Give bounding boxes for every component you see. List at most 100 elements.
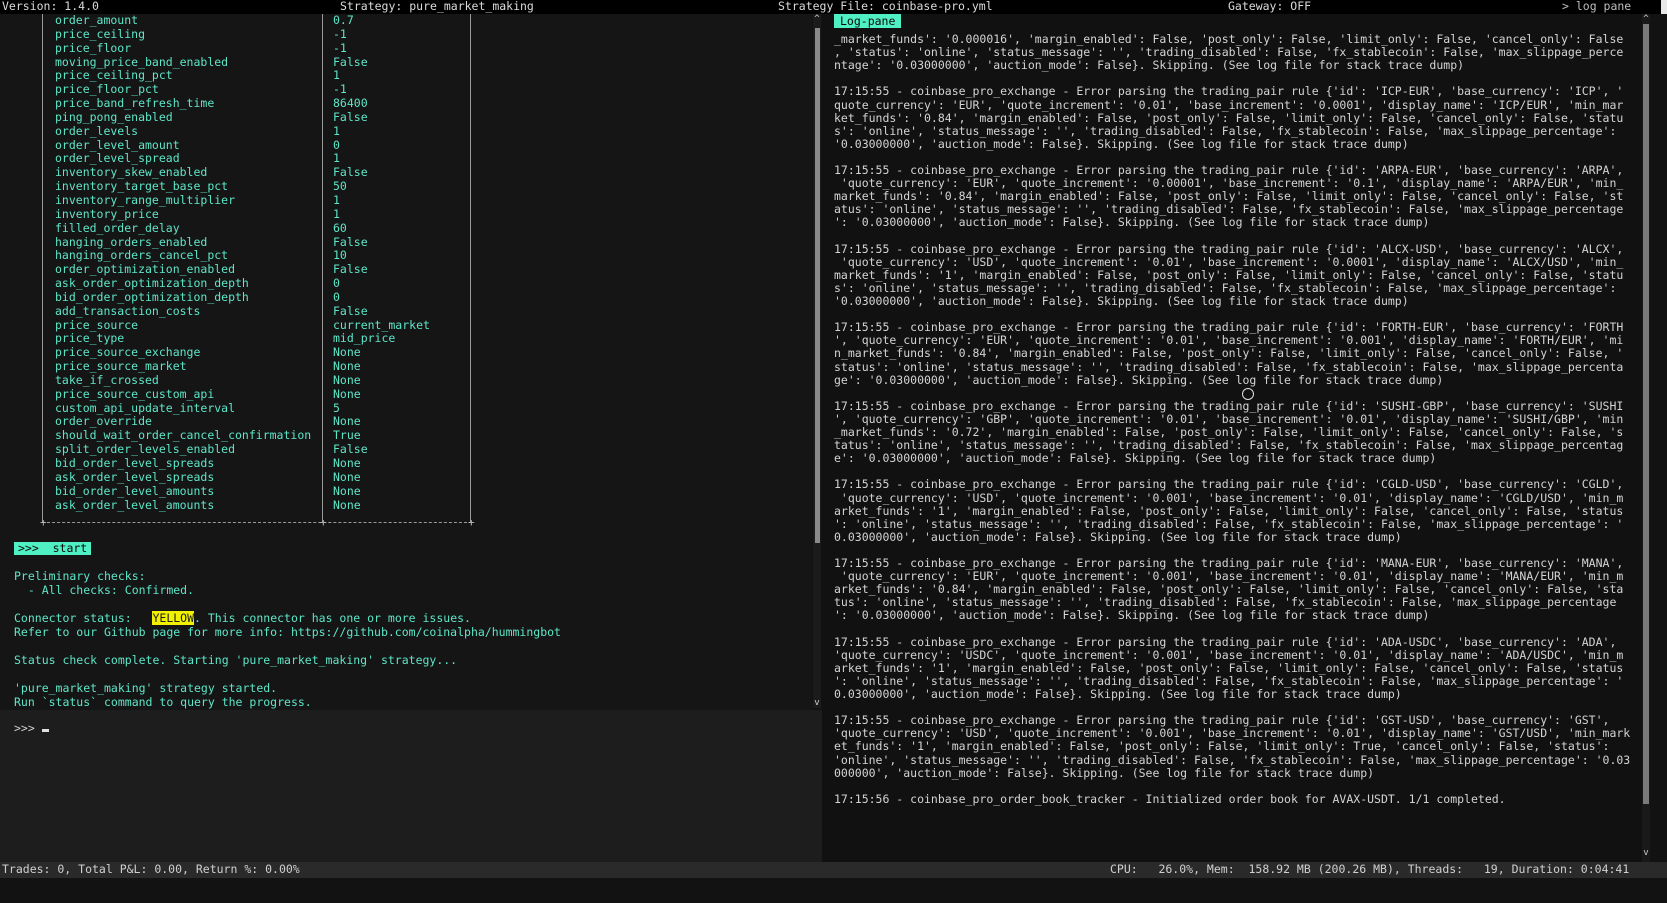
status-complete-text: Status check complete. Starting 'pure_ma… (14, 653, 458, 667)
bottom-status-bar: Trades: 0, Total P&L: 0.00, Return %: 0.… (0, 862, 1667, 878)
table-border-right (470, 14, 471, 522)
config-row: hanging_orders_cancel_pct 10 (0, 249, 812, 263)
log-line: 0.03000000', 'auction_mode': False}. Ski… (834, 529, 1402, 544)
config-row: ask_order_optimization_depth 0 (0, 276, 812, 291)
config-key: order_level_amount (55, 137, 180, 152)
config-row: price_ceiling -1 (0, 26, 812, 42)
config-row: price_source_market None (0, 359, 812, 374)
config-value: False (333, 442, 368, 457)
text-cursor (42, 729, 49, 732)
config-value: -1 (333, 40, 347, 55)
config-row: bid_order_optimization_depth 0 (0, 290, 812, 305)
command-input-pane[interactable]: >>> (0, 710, 822, 862)
config-value: current_market (333, 317, 430, 332)
log-pane[interactable]: Log-pane _market_funds': '0.000016', 'ma… (822, 14, 1649, 862)
config-row: filled_order_delay 60 (0, 220, 812, 236)
config-row: moving_price_band_enabled False (0, 54, 812, 70)
config-value: None (333, 372, 361, 387)
config-value: 60 (333, 220, 347, 235)
table-corner: + (320, 516, 327, 529)
table-corner: + (40, 516, 47, 529)
log-line: '0.03000000', 'auction_mode': False}. Sk… (834, 136, 1409, 151)
config-key: hanging_orders_cancel_pct (55, 248, 229, 263)
log-line: e': '0.03000000', 'auction_mode': False}… (834, 451, 1437, 466)
config-row: ping_pong_enabled False (0, 109, 812, 125)
config-key: add_transaction_costs (55, 303, 201, 318)
config-row: order_level_spread 1 (0, 152, 812, 166)
log-line: ge': '0.03000000', 'auction_mode': False… (834, 372, 1444, 387)
config-row: order_amount 0.7 (0, 14, 812, 28)
config-key: order_levels (55, 123, 139, 138)
config-table: order_amount 0.7 price_ceiling -1 price_floo… (0, 14, 812, 512)
config-key: inventory_price (55, 206, 159, 221)
version-label: Version: 1.4.0 (2, 0, 99, 13)
config-row: split_order_levels_enabled False (0, 442, 812, 457)
config-key: price_floor (55, 40, 132, 55)
config-value: None (333, 359, 361, 374)
config-key: price_ceiling (55, 26, 146, 41)
resource-usage: CPU: 26.0%, Mem: 158.92 MB (200.26 MB), … (1110, 862, 1630, 876)
config-value: 0 (333, 137, 340, 152)
connector-status-badge: YELLOW (152, 611, 195, 625)
config-key: price_type (55, 331, 125, 346)
config-row: price_type mid_price (0, 332, 812, 346)
config-key: should_wait_order_cancel_confirmation (55, 428, 312, 443)
trades-summary: Trades: 0, Total P&L: 0.00, Return %: 0.… (2, 862, 300, 876)
log-pane-title: Log-pane (834, 14, 902, 28)
config-row: inventory_range_multiplier 1 (0, 192, 812, 208)
mouse-pointer-icon (1242, 388, 1254, 400)
top-status-bar: Version: 1.4.0 Strategy: pure_market_mak… (0, 0, 1667, 14)
config-row: inventory_price 1 (0, 206, 812, 222)
config-key: split_order_levels_enabled (55, 442, 236, 457)
config-key: ping_pong_enabled (55, 109, 173, 124)
config-key: price_floor_pct (55, 82, 159, 97)
config-key: price_source_market (55, 359, 187, 374)
scroll-up-icon[interactable]: ^ (813, 14, 821, 24)
config-row: order_override None (0, 415, 812, 429)
config-value: False (333, 303, 368, 318)
output-scroll-thumb[interactable] (815, 28, 820, 543)
config-key: bid_order_level_spreads (55, 456, 215, 470)
config-value: None (333, 497, 361, 512)
log-line: 000000', 'auction_mode': False}. Skippin… (834, 765, 1375, 780)
gateway-label: Gateway: OFF (1228, 0, 1312, 13)
output-pane[interactable]: order_amount 0.7 price_ceiling -1 price_floo… (0, 14, 812, 710)
config-value: 86400 (333, 96, 368, 111)
log-scroll-down-icon[interactable]: v (1642, 848, 1650, 858)
connector-status-label: Connector status: (14, 611, 153, 625)
github-refer-text: Refer to our Github page for more info: … (14, 625, 561, 639)
connector-status-tail: . This connector has one or more issues. (194, 611, 471, 625)
config-key: ask_order_optimization_depth (55, 276, 249, 291)
config-value: 10 (333, 248, 347, 263)
log-line: ': '0.03000000', 'auction_mode': False}.… (834, 215, 1430, 230)
config-row: order_levels 1 (0, 123, 812, 139)
config-key: price_source_custom_api (55, 386, 215, 401)
config-row: hanging_orders_enabled False (0, 235, 812, 250)
config-value: False (333, 54, 368, 69)
log-scrollbar[interactable]: ^ v (1642, 14, 1650, 862)
log-scroll-thumb[interactable] (1643, 24, 1649, 804)
config-key: inventory_skew_enabled (55, 165, 208, 180)
log-pane-toggle[interactable]: > log pane (1562, 0, 1631, 14)
log-line: ntage': '0.03000000', 'auction_mode': Fa… (834, 58, 1465, 73)
config-row: inventory_skew_enabled False (0, 165, 812, 180)
run-status-hint: Run `status` command to query the progre… (14, 695, 312, 709)
scroll-down-icon[interactable]: v (813, 698, 821, 708)
config-key: inventory_target_base_pct (55, 179, 229, 194)
config-key: price_source (55, 317, 139, 332)
config-value: 5 (333, 400, 340, 415)
config-value: 1 (333, 123, 340, 138)
log-line: ': '0.03000000', 'auction_mode': False}.… (834, 608, 1430, 623)
config-value: None (333, 483, 361, 498)
config-value: 1 (333, 192, 340, 207)
config-key: order_level_spread (55, 151, 180, 166)
log-line: 0.03000000', 'auction_mode': False}. Ski… (834, 687, 1402, 701)
config-row: price_floor -1 (0, 40, 812, 56)
config-row: price_source_exchange None (0, 345, 812, 360)
connector-status-line: Connector status: YELLOW. This connector… (14, 611, 471, 626)
config-row: order_level_amount 0 (0, 137, 812, 153)
config-value: None (333, 414, 361, 429)
output-scrollbar[interactable]: ^ v (813, 14, 821, 708)
config-key: filled_order_delay (55, 220, 180, 235)
log-scroll-up-icon[interactable]: ^ (1642, 14, 1650, 24)
